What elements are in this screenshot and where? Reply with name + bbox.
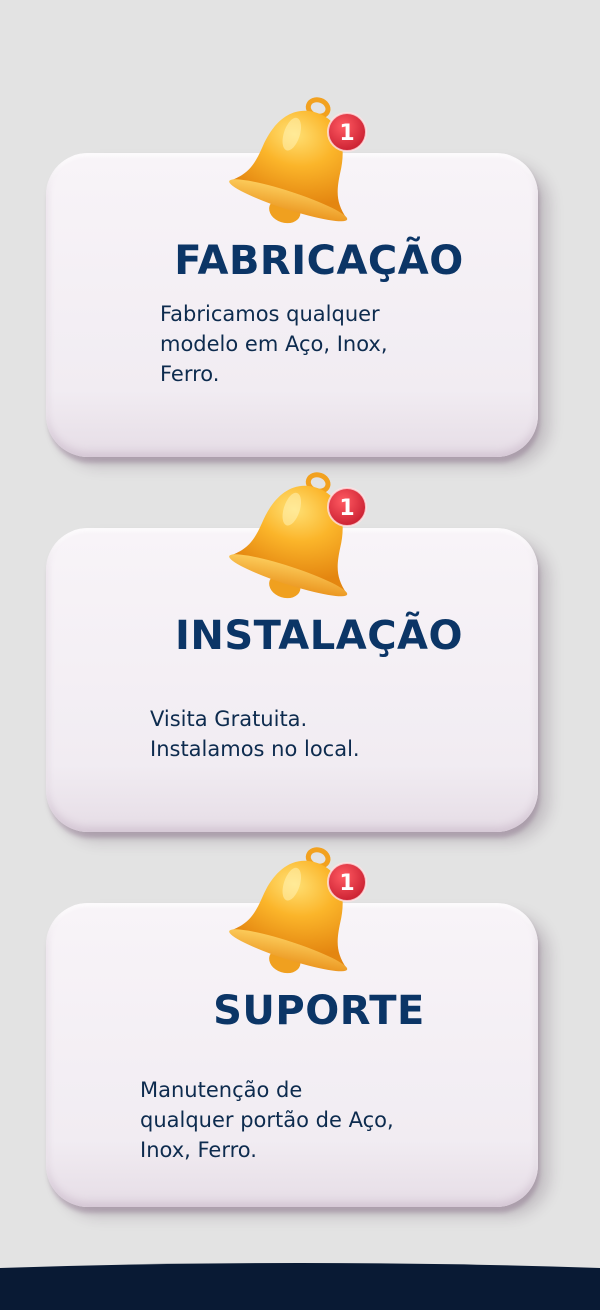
notification-bell-icon: 1 [229,97,367,224]
description-line: Manutenção de [140,1078,303,1102]
badge-count: 1 [339,496,354,521]
card-description: Visita Gratuita. Instalamos no local. [150,704,360,764]
badge-count: 1 [339,871,354,896]
notification-bell-icon: 1 [229,847,367,974]
description-line: Instalamos no local. [150,737,360,761]
description-line: Inox, Ferro. [140,1138,257,1162]
description-line: Fabricamos qualquer [160,302,380,326]
footer-band [0,1263,600,1310]
card-title: FABRICAÇÃO [174,238,464,284]
card-description: Fabricamos qualquer modelo em Aço, Inox,… [160,299,388,389]
description-line: Ferro. [160,362,220,386]
description-line: modelo em Aço, Inox, [160,332,388,356]
description-line: Visita Gratuita. [150,707,308,731]
badge-count: 1 [339,121,354,146]
notification-bell-icon: 1 [229,472,367,599]
card-title: INSTALAÇÃO [174,613,464,659]
description-line: qualquer portão de Aço, [140,1108,394,1132]
card-description: Manutenção de qualquer portão de Aço, In… [140,1075,394,1165]
card-title: SUPORTE [213,988,425,1034]
